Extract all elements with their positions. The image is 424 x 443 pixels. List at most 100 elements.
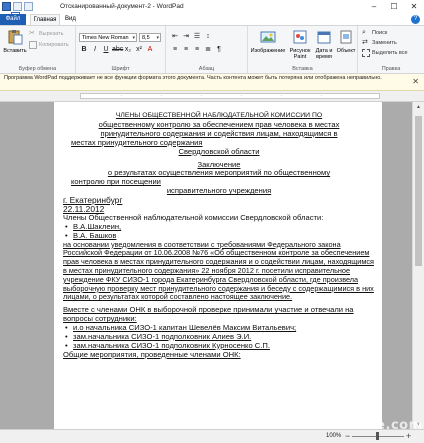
staff-item: зам.начальника СИЗО-1 подполковник Курно… xyxy=(63,341,375,351)
scissors-icon: ✂ xyxy=(29,30,35,37)
maximize-button[interactable]: ☐ xyxy=(384,0,404,14)
font-group-label: Шрифт xyxy=(111,66,130,72)
save-icon[interactable] xyxy=(2,2,11,11)
insert-image-button[interactable]: Изображение xyxy=(250,29,286,54)
chevron-down-icon: ▾ xyxy=(132,35,135,41)
superscript-icon[interactable]: x² xyxy=(134,45,144,54)
ribbon-tabs: Файл Главная Вид ? xyxy=(0,14,424,25)
cut-button[interactable]: ✂ Вырезать xyxy=(29,30,63,38)
outdent-icon[interactable]: ⇤ xyxy=(170,32,180,41)
font-family-value: Times New Roman xyxy=(82,35,129,41)
strikethrough-icon[interactable]: abc xyxy=(112,45,123,54)
document-area[interactable]: ЧЛЕНЫ ОБЩЕСТВЕННОЙ НАБЛЮДАТЕЛЬНОЙ КОМИСС… xyxy=(0,102,412,429)
align-center-icon[interactable]: ≡ xyxy=(181,45,191,54)
header-line: Свердловской области xyxy=(178,146,260,156)
replace-label: Заменить xyxy=(372,40,397,46)
paste-button[interactable]: Вставить xyxy=(3,29,27,54)
insert-group: Изображение Рисунок Paint Дата и время О… xyxy=(248,26,358,73)
window-controls: – ☐ ✕ xyxy=(364,0,424,14)
ruler: · · · · · · xyxy=(0,91,424,102)
tab-home[interactable]: Главная xyxy=(30,14,60,25)
minimize-button[interactable]: – xyxy=(364,0,384,14)
font-size-value: 8,5 xyxy=(142,35,150,41)
datetime-button[interactable]: Дата и время xyxy=(313,29,335,60)
replace-button[interactable]: ⇄ Заменить xyxy=(362,39,397,47)
scroll-thumb[interactable] xyxy=(415,116,422,266)
select-all-button[interactable]: Выделить все xyxy=(362,49,408,57)
clipboard-group: Вставить ✂ Вырезать Копировать Буфер обм… xyxy=(0,26,76,73)
insert-group-label: Вставка xyxy=(292,66,313,72)
help-icon[interactable]: ? xyxy=(411,15,420,24)
redo-icon[interactable] xyxy=(24,2,33,11)
paragraph-group: ⇤ ⇥ ☰ ↕ ≡ ≡ ≡ ≣ ¶ Абзац xyxy=(166,26,248,73)
tail-line: Общие мероприятия, проведенные членами О… xyxy=(63,349,241,359)
ribbon: Вставить ✂ Вырезать Копировать Буфер обм… xyxy=(0,25,424,74)
indent-icon[interactable]: ⇥ xyxy=(181,32,191,41)
bold-icon[interactable]: B xyxy=(79,45,89,54)
object-icon xyxy=(340,30,352,44)
zoom-slider-thumb[interactable] xyxy=(376,432,379,440)
vertical-scrollbar[interactable]: ▲ ▼ xyxy=(412,102,424,429)
italic-icon[interactable]: I xyxy=(90,45,100,54)
chevron-down-icon: ▾ xyxy=(156,35,159,41)
tab-view[interactable]: Вид xyxy=(65,14,76,25)
cut-label: Вырезать xyxy=(39,31,64,37)
align-right-icon[interactable]: ≡ xyxy=(192,45,202,54)
bullets-icon[interactable]: ☰ xyxy=(192,32,202,41)
copy-icon xyxy=(29,41,37,49)
tab-file[interactable]: Файл xyxy=(0,14,26,25)
align-left-icon[interactable]: ≡ xyxy=(170,45,180,54)
paste-label: Вставить xyxy=(3,48,27,54)
font-group: Times New Roman ▾ 8,5 ▾ B I U abc x₂ x² A … xyxy=(76,26,166,73)
zoom-percent: 100% xyxy=(326,433,342,439)
city: г. Екатеринбург xyxy=(63,195,123,206)
insert-object-button[interactable]: Объект xyxy=(336,29,356,54)
member-item: В.А. Башков xyxy=(63,231,375,241)
search-icon: ⌕ xyxy=(362,29,366,36)
insert-object-label: Объект xyxy=(336,48,356,54)
find-label: Поиск xyxy=(372,30,388,36)
replace-icon: ⇄ xyxy=(362,39,368,46)
document-text[interactable]: ЧЛЕНЫ ОБЩЕСТВЕННОЙ НАБЛЮДАТЕЛЬНОЙ КОМИСС… xyxy=(63,112,375,360)
select-all-icon xyxy=(362,49,370,57)
ruler-track: · · · · · · xyxy=(80,93,380,99)
watermark: user-life.com xyxy=(320,418,423,433)
copy-button[interactable]: Копировать xyxy=(29,41,69,49)
underline-icon[interactable]: U xyxy=(101,45,111,54)
paste-icon xyxy=(8,30,23,45)
paragraph-group-label: Абзац xyxy=(198,66,215,72)
quick-access-toolbar xyxy=(2,2,33,21)
close-button[interactable]: ✕ xyxy=(404,0,424,14)
select-all-label: Выделить все xyxy=(372,50,408,56)
clipboard-group-label: Буфер обмена xyxy=(18,66,57,72)
copy-label: Копировать xyxy=(39,42,69,48)
line-spacing-icon[interactable]: ↕ xyxy=(203,32,213,41)
datetime-label: Дата и время xyxy=(315,48,333,60)
paint-drawing-label: Рисунок Paint xyxy=(289,48,311,60)
paragraph-settings-icon[interactable]: ¶ xyxy=(214,45,224,54)
edit-group: ⌕ Поиск ⇄ Заменить Выделить все Правка xyxy=(358,26,424,73)
paragraph-row-2: ≡ ≡ ≡ ≣ ¶ xyxy=(170,45,224,54)
font-size-select[interactable]: 8,5 ▾ xyxy=(139,33,161,42)
find-button[interactable]: ⌕ Поиск xyxy=(362,29,387,37)
edit-group-label: Правка xyxy=(381,66,401,72)
compatibility-infobar: Программа WordPad поддерживает не все фу… xyxy=(0,74,424,91)
close-icon[interactable]: ✕ xyxy=(412,77,419,86)
font-format-row: B I U abc x₂ x² A xyxy=(79,45,155,54)
document-page[interactable]: ЧЛЕНЫ ОБЩЕСТВЕННОЙ НАБЛЮДАТЕЛЬНОЙ КОМИСС… xyxy=(54,102,382,429)
image-icon xyxy=(260,31,276,43)
paint-drawing-button[interactable]: Рисунок Paint xyxy=(288,29,312,60)
justify-icon[interactable]: ≣ xyxy=(203,45,213,54)
staff-intro: Вместе с членами ОНК в выборочной провер… xyxy=(63,305,354,324)
scroll-up-icon[interactable]: ▲ xyxy=(413,104,424,110)
subscript-icon[interactable]: x₂ xyxy=(123,45,133,54)
text-color-icon[interactable]: A xyxy=(145,45,155,54)
paragraph-row-1: ⇤ ⇥ ☰ ↕ xyxy=(170,32,213,41)
calendar-icon xyxy=(317,31,331,44)
insert-image-label: Изображение xyxy=(250,48,286,54)
paint-icon xyxy=(293,30,307,44)
font-family-select[interactable]: Times New Roman ▾ xyxy=(79,33,137,42)
undo-icon[interactable] xyxy=(13,2,22,11)
infobar-message: Программа WordPad поддерживает не все фу… xyxy=(4,75,382,81)
window-title: Отсканированный-документ-2 - WordPad xyxy=(60,3,184,10)
